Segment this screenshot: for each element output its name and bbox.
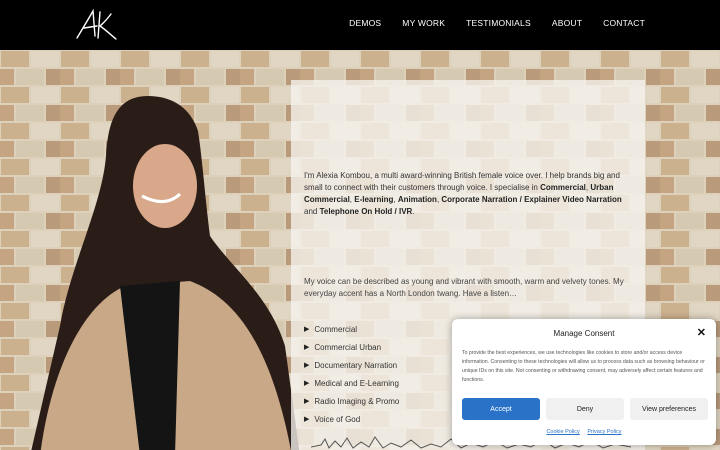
view-preferences-button[interactable]: View preferences (630, 398, 708, 420)
nav-contact[interactable]: CONTACT (603, 18, 645, 28)
play-triangle-icon: ▶ (304, 398, 310, 405)
nav-testimonials[interactable]: TESTIMONIALS (466, 18, 531, 28)
consent-buttons: Accept Deny View preferences (462, 398, 708, 420)
accept-button[interactable]: Accept (462, 398, 540, 420)
play-triangle-icon: ▶ (304, 380, 310, 387)
nav-demos[interactable]: DEMOS (349, 18, 381, 28)
deny-button[interactable]: Deny (546, 398, 624, 420)
play-triangle-icon: ▶ (304, 362, 310, 369)
nav-about[interactable]: ABOUT (552, 18, 582, 28)
portrait-photo (31, 96, 300, 450)
logo[interactable] (73, 8, 119, 42)
privacy-policy-link[interactable]: Privacy Policy (587, 429, 621, 435)
consent-dialog: Manage Consent ✕ To provide the best exp… (452, 319, 716, 445)
play-triangle-icon: ▶ (304, 344, 310, 351)
intro-text: I'm Alexia Kombou, a multi award-winning… (304, 171, 622, 216)
voice-description: My voice can be described as young and v… (304, 277, 624, 298)
consent-title: Manage Consent (553, 329, 615, 338)
main-nav: DEMOS MY WORK TESTIMONIALS ABOUT CONTACT (328, 18, 645, 28)
consent-body: To provide the best experiences, we use … (462, 350, 705, 383)
demo-item[interactable]: ▶ Documentary Narration (304, 356, 399, 374)
demo-item[interactable]: ▶ Voice of God (304, 410, 399, 428)
play-triangle-icon: ▶ (304, 326, 310, 333)
demo-item[interactable]: ▶ Radio Imaging & Promo (304, 392, 399, 410)
consent-links: Cookie Policy Privacy Policy (452, 429, 716, 435)
nav-my-work[interactable]: MY WORK (402, 18, 445, 28)
cookie-policy-link[interactable]: Cookie Policy (546, 429, 579, 435)
play-triangle-icon: ▶ (304, 416, 310, 423)
site-header: DEMOS MY WORK TESTIMONIALS ABOUT CONTACT (0, 0, 720, 50)
demo-item[interactable]: ▶ Medical and E-Learning (304, 374, 399, 392)
demo-list: ▶ Commercial ▶ Commercial Urban ▶ Documenta… (304, 320, 399, 428)
demo-item[interactable]: ▶ Commercial (304, 320, 399, 338)
close-icon[interactable]: ✕ (697, 326, 706, 339)
demo-item[interactable]: ▶ Commercial Urban (304, 338, 399, 356)
